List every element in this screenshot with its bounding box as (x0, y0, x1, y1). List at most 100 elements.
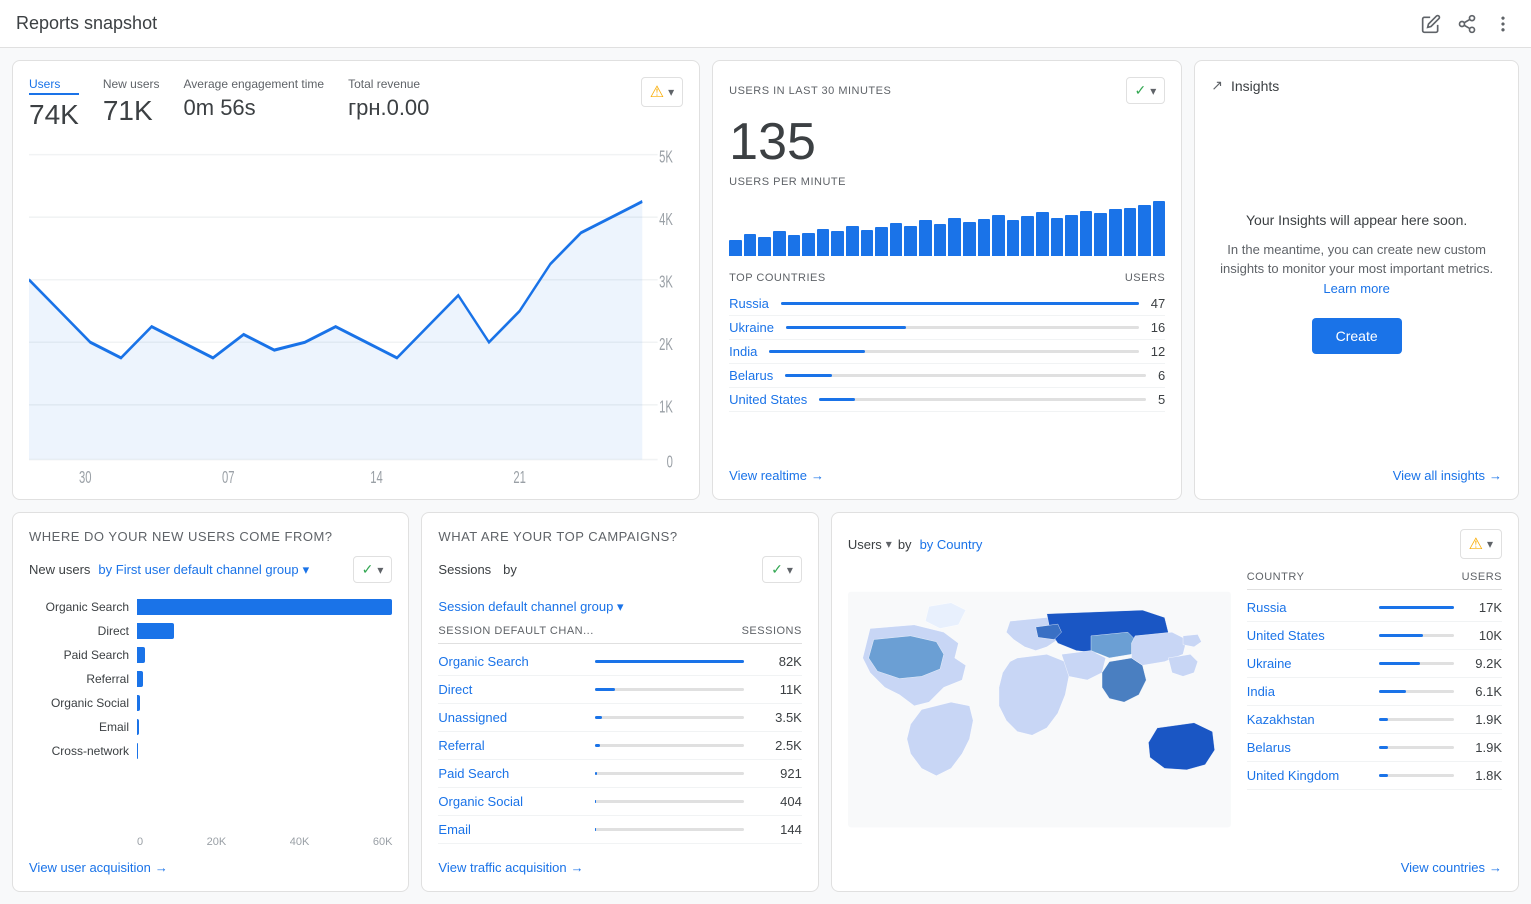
camp-bar-wrap (595, 716, 744, 719)
country-name[interactable]: Ukraine (729, 320, 774, 335)
map-country-row: United Kingdom 1.8K (1247, 762, 1502, 790)
country-name[interactable]: Belarus (729, 368, 773, 383)
bar (1080, 211, 1093, 256)
edit-icon[interactable] (1419, 12, 1443, 36)
map-bar (1379, 690, 1406, 693)
svg-text:2K: 2K (659, 336, 673, 355)
map-country-name[interactable]: United States (1247, 628, 1372, 643)
campaign-name[interactable]: Organic Social (438, 794, 587, 809)
map-bar (1379, 634, 1423, 637)
country-name[interactable]: India (729, 344, 757, 359)
acquisition-filter: New users by First user default channel … (29, 556, 392, 583)
insights-body: Your Insights will appear here soon. In … (1211, 110, 1502, 456)
camp-sub-filter[interactable]: Session default channel group ▾ (438, 599, 801, 615)
view-user-acquisition-link[interactable]: View user acquisition → (29, 848, 392, 875)
svg-text:1K: 1K (659, 398, 673, 417)
map-country-name[interactable]: United Kingdom (1247, 768, 1372, 783)
campaign-value: 11K (752, 682, 802, 697)
country-row: United States 5 (729, 388, 1165, 412)
revenue-label[interactable]: Total revenue (348, 77, 429, 91)
campaign-value: 144 (752, 822, 802, 837)
new-users-label[interactable]: New users (103, 77, 160, 91)
camp-bar (595, 772, 597, 775)
map-country-row: Kazakhstan 1.9K (1247, 706, 1502, 734)
map-country-name[interactable]: India (1247, 684, 1372, 699)
map-body: COUNTRY USERS Russia 17K United States 1… (848, 571, 1502, 848)
campaign-name[interactable]: Referral (438, 738, 587, 753)
top-row: Users 74K New users 71K Average engageme… (12, 60, 1519, 500)
map-bar (1379, 718, 1387, 721)
map-country-filter[interactable]: by Country (920, 537, 983, 552)
campaign-name[interactable]: Paid Search (438, 766, 587, 781)
bottom-row: WHERE DO YOUR NEW USERS COME FROM? New u… (12, 512, 1519, 892)
acq-dropdown[interactable]: by First user default channel group ▾ (98, 562, 309, 578)
bar (861, 230, 874, 256)
realtime-card: USERS IN LAST 30 MINUTES ✓ ▾ 135 USERS P… (712, 60, 1182, 500)
bar (758, 237, 771, 256)
dashboard: Users 74K New users 71K Average engageme… (0, 48, 1531, 904)
hbar-row: Cross-network (29, 743, 392, 759)
share-icon[interactable] (1455, 12, 1479, 36)
map-bar (1379, 662, 1419, 665)
users-label[interactable]: Users (29, 77, 79, 95)
map-country-name[interactable]: Russia (1247, 600, 1372, 615)
view-all-insights-link[interactable]: View all insights → (1211, 456, 1502, 483)
svg-text:21: 21 (513, 469, 526, 483)
bar (1153, 201, 1166, 256)
view-countries-link[interactable]: View countries → (848, 848, 1502, 875)
country-bar-container (769, 350, 1138, 353)
hbar-label: Referral (29, 672, 129, 686)
map-country-value: 1.8K (1462, 768, 1502, 783)
more-options-icon[interactable] (1491, 12, 1515, 36)
svg-text:5K: 5K (659, 148, 673, 167)
map-countries-list: Russia 17K United States 10K Ukraine 9.2… (1247, 594, 1502, 790)
bar (817, 229, 830, 257)
acq-green-badge[interactable]: ✓ ▾ (353, 556, 393, 583)
map-country-value: 1.9K (1462, 712, 1502, 727)
map-bar-wrap (1379, 634, 1454, 637)
view-realtime-link[interactable]: View realtime → (729, 456, 1165, 483)
map-country-name[interactable]: Ukraine (1247, 656, 1372, 671)
bar (875, 227, 888, 256)
camp-bar-col (587, 744, 752, 747)
insights-title: Insights (1231, 78, 1279, 94)
map-country-row: Belarus 1.9K (1247, 734, 1502, 762)
bar (1109, 209, 1122, 256)
upm-label: USERS PER MINUTE (729, 176, 1165, 188)
map-chevron[interactable]: ▾ (886, 537, 892, 551)
campaign-name[interactable]: Unassigned (438, 710, 587, 725)
bar (978, 219, 991, 256)
metrics-row: Users 74K New users 71K Average engageme… (29, 77, 683, 131)
warning-badge[interactable]: ⚠ ▾ (641, 77, 683, 107)
campaign-name[interactable]: Organic Search (438, 654, 587, 669)
bar (1036, 212, 1049, 256)
learn-more-link[interactable]: Learn more (1323, 281, 1389, 296)
hbar-fill (137, 743, 138, 759)
engagement-label[interactable]: Average engagement time (184, 77, 325, 91)
map-country-name[interactable]: Kazakhstan (1247, 712, 1372, 727)
camp-green-badge[interactable]: ✓ ▾ (762, 556, 802, 583)
map-country-value: 10K (1462, 628, 1502, 643)
chevron-down-icon: ▾ (303, 562, 310, 578)
view-traffic-acquisition-link[interactable]: View traffic acquisition → (438, 848, 801, 875)
hbar-fill (137, 719, 139, 735)
campaign-name[interactable]: Direct (438, 682, 587, 697)
map-country-row: Ukraine 9.2K (1247, 650, 1502, 678)
campaign-name[interactable]: Email (438, 822, 587, 837)
map-country-name[interactable]: Belarus (1247, 740, 1372, 755)
map-warning-badge[interactable]: ⚠ ▾ (1460, 529, 1502, 559)
hbar-row: Paid Search (29, 647, 392, 663)
create-button[interactable]: Create (1312, 318, 1402, 354)
country-bar-container (786, 326, 1139, 329)
country-name[interactable]: Russia (729, 296, 769, 311)
map-prefix: Users (848, 537, 882, 552)
svg-text:4K: 4K (659, 211, 673, 230)
hbar-container (137, 599, 392, 615)
map-bar-wrap (1379, 690, 1454, 693)
line-chart-area: 5K 4K 3K 2K 1K 0 (29, 139, 683, 483)
hbar-container (137, 695, 392, 711)
country-name[interactable]: United States (729, 392, 807, 407)
bar (934, 224, 947, 256)
page-header: Reports snapshot (0, 0, 1531, 48)
green-badge-btn[interactable]: ✓ ▾ (1126, 77, 1166, 104)
